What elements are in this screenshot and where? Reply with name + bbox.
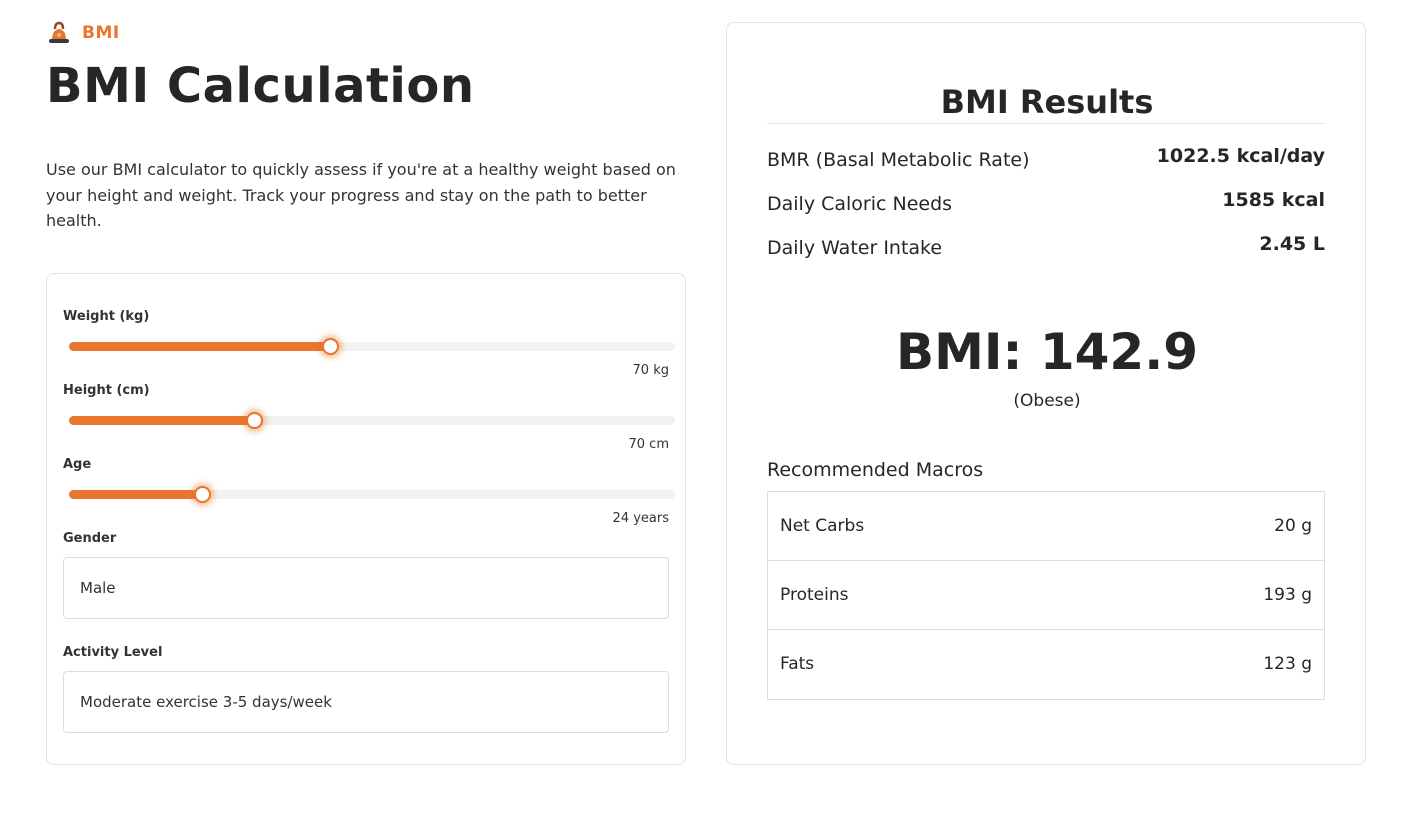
activity-label: Activity Level [63, 645, 163, 660]
stat-row-calories: Daily Caloric Needs 1585 kcal [767, 189, 1325, 219]
macro-amount: 20 g [1274, 516, 1312, 536]
stat-label: Daily Caloric Needs [767, 193, 953, 215]
activity-select[interactable]: Moderate exercise 3-5 days/week [63, 671, 669, 733]
stat-row-water: Daily Water Intake 2.45 L [767, 233, 1325, 263]
bmi-category: (Obese) [1013, 391, 1081, 411]
results-card: BMI Results BMR (Basal Metabolic Rate) 1… [726, 22, 1366, 765]
brand[interactable]: BMI [46, 20, 120, 46]
stat-value: 2.45 L [1259, 233, 1325, 255]
age-slider[interactable] [69, 486, 675, 503]
height-slider[interactable] [69, 412, 675, 429]
activity-selected-value: Moderate exercise 3-5 days/week [80, 693, 332, 711]
macro-name: Net Carbs [780, 516, 865, 536]
stat-label: BMR (Basal Metabolic Rate) [767, 149, 1030, 171]
height-slider-fill [69, 416, 254, 425]
table-row: Net Carbs 20 g [768, 492, 1324, 561]
macro-name: Fats [780, 654, 815, 674]
macro-amount: 123 g [1263, 654, 1312, 674]
stat-label: Daily Water Intake [767, 237, 943, 259]
macro-name: Proteins [780, 585, 849, 605]
height-label: Height (cm) [63, 383, 150, 398]
gender-label: Gender [63, 531, 117, 546]
weight-value: 70 kg [632, 363, 669, 378]
stat-value: 1022.5 kcal/day [1156, 145, 1325, 167]
page-title: BMI Calculation [46, 58, 475, 114]
intro-text: Use our BMI calculator to quickly assess… [46, 160, 676, 230]
height-slider-thumb[interactable] [245, 412, 263, 429]
gender-select[interactable]: Male [63, 557, 669, 619]
table-row: Proteins 193 g [768, 561, 1324, 630]
weight-label: Weight (kg) [63, 309, 150, 324]
macros-table: Net Carbs 20 g Proteins 193 g Fats 123 g [767, 491, 1325, 700]
macro-amount: 193 g [1263, 585, 1312, 605]
age-value: 24 years [612, 511, 669, 526]
bmi-page: BMI BMI Calculation Use our BMI calculat… [0, 0, 1414, 817]
age-slider-fill [69, 490, 203, 499]
brand-label: BMI [82, 23, 120, 43]
kettlebell-icon [46, 20, 72, 46]
gender-selected-value: Male [80, 579, 116, 597]
age-label: Age [63, 457, 92, 472]
stat-row-bmr: BMR (Basal Metabolic Rate) 1022.5 kcal/d… [767, 145, 1325, 175]
results-divider [767, 123, 1325, 124]
stat-value: 1585 kcal [1222, 189, 1325, 211]
bmi-value: BMI: 142.9 [895, 323, 1199, 381]
weight-slider[interactable] [69, 338, 675, 355]
results-title: BMI Results [940, 83, 1154, 121]
age-slider-thumb[interactable] [194, 486, 212, 503]
calculator-form: Weight (kg) 70 kg Height (cm) 70 cm Age … [46, 273, 686, 765]
macros-title: Recommended Macros [767, 459, 984, 481]
table-row: Fats 123 g [768, 630, 1324, 699]
weight-slider-fill [69, 342, 330, 351]
height-value: 70 cm [628, 437, 670, 452]
weight-slider-thumb[interactable] [321, 338, 339, 355]
